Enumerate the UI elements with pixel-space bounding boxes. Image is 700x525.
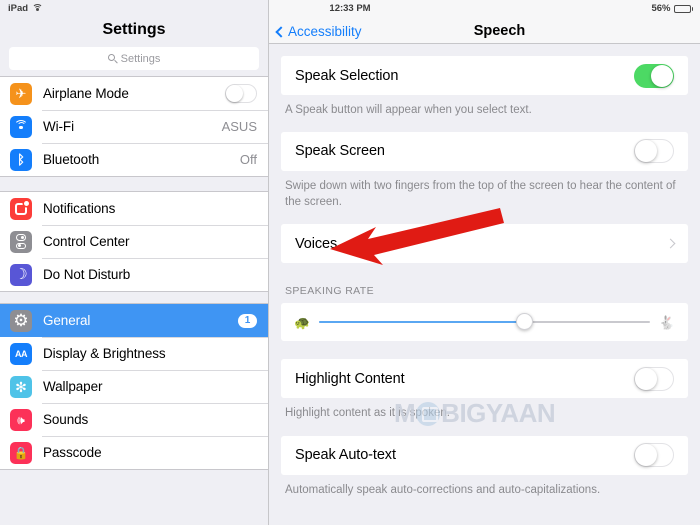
- wifi-icon: [10, 115, 32, 138]
- sidebar-item-label: Notifications: [43, 201, 116, 216]
- speak-screen-label: Speak Screen: [295, 143, 385, 160]
- sidebar-item-wifi[interactable]: Wi-Fi ASUS: [0, 110, 268, 143]
- general-update-badge: 1: [238, 313, 257, 328]
- sidebar-item-label: Sounds: [43, 412, 89, 427]
- sidebar-item-label: Wi-Fi: [43, 119, 74, 134]
- moon-icon: [10, 263, 32, 286]
- sidebar-group-general: General 1 AA Display & Brightness Wallpa…: [0, 303, 268, 470]
- voices-label: Voices: [295, 235, 338, 252]
- sidebar-item-control-center[interactable]: Control Center: [0, 225, 268, 258]
- sidebar-item-label: General: [43, 313, 91, 328]
- sidebar-group-connectivity: Airplane Mode Wi-Fi ASUS Bluetooth Off: [0, 76, 268, 177]
- settings-sidebar: Settings Settings Airplane Mode Wi-Fi AS…: [0, 0, 269, 525]
- sidebar-search-wrap: Settings: [0, 44, 268, 76]
- airplane-icon: [10, 82, 32, 105]
- speak-auto-text-toggle[interactable]: [634, 443, 674, 468]
- passcode-icon: [10, 441, 32, 464]
- sidebar-item-passcode[interactable]: Passcode: [0, 436, 268, 469]
- speak-screen-description: Swipe down with two fingers from the top…: [285, 179, 676, 209]
- speak-selection-label: Speak Selection: [295, 67, 399, 84]
- search-placeholder: Settings: [120, 52, 161, 65]
- speak-auto-text-row[interactable]: Speak Auto-text: [281, 436, 688, 475]
- speak-auto-text-label: Speak Auto-text: [295, 447, 396, 464]
- speak-screen-card: Speak Screen: [281, 131, 688, 171]
- sidebar-title: Settings: [102, 21, 166, 38]
- sidebar-item-label: Bluetooth: [43, 152, 100, 167]
- sidebar-item-sounds[interactable]: Sounds: [0, 403, 268, 436]
- gear-icon: [10, 309, 32, 332]
- sidebar-item-label: Airplane Mode: [43, 86, 129, 101]
- sidebar-item-airplane-mode[interactable]: Airplane Mode: [0, 77, 268, 110]
- airplane-mode-toggle[interactable]: [225, 84, 257, 103]
- speaking-rate-card: 🐢 🐇: [281, 303, 688, 342]
- speak-screen-row[interactable]: Speak Screen: [281, 132, 688, 171]
- navigation-bar: Accessibility Speech: [269, 0, 700, 44]
- wifi-network-value: ASUS: [221, 119, 257, 134]
- speaking-rate-thumb[interactable]: [515, 313, 533, 331]
- speak-selection-toggle[interactable]: [634, 63, 674, 88]
- chevron-right-icon: [665, 238, 676, 249]
- sidebar-group-system: Notifications Control Center Do Not Dist…: [0, 191, 268, 292]
- speech-detail-panel: Accessibility Speech Speak Selection A S…: [269, 0, 700, 525]
- speaking-rate-slider[interactable]: [319, 313, 650, 331]
- speak-selection-row[interactable]: Speak Selection: [281, 56, 688, 95]
- control-center-icon: [10, 230, 32, 253]
- sidebar-item-wallpaper[interactable]: Wallpaper: [0, 370, 268, 403]
- ipad-settings-screen: iPad 12:33 PM 56% Settings Settings Airp…: [0, 0, 700, 525]
- wallpaper-icon: [10, 375, 32, 398]
- notifications-icon: [10, 197, 32, 220]
- search-input[interactable]: Settings: [9, 47, 259, 70]
- speak-auto-text-card: Speak Auto-text: [281, 435, 688, 475]
- sidebar-item-label: Passcode: [43, 445, 102, 460]
- sidebar-item-do-not-disturb[interactable]: Do Not Disturb: [0, 258, 268, 291]
- sidebar-item-label: Do Not Disturb: [43, 267, 131, 282]
- sounds-icon: [10, 408, 32, 431]
- highlight-content-row[interactable]: Highlight Content: [281, 359, 688, 398]
- search-icon: [107, 54, 117, 64]
- sidebar-item-bluetooth[interactable]: Bluetooth Off: [0, 143, 268, 176]
- speak-selection-description: A Speak button will appear when you sele…: [285, 104, 532, 116]
- bluetooth-icon: [10, 148, 32, 171]
- voices-row[interactable]: Voices: [281, 224, 688, 263]
- page-title: Speech: [473, 23, 526, 39]
- bluetooth-state-value: Off: [239, 152, 257, 167]
- display-brightness-icon: AA: [10, 342, 32, 365]
- hare-icon: 🐇: [658, 314, 675, 330]
- sidebar-item-label: Wallpaper: [43, 379, 103, 394]
- speak-selection-card: Speak Selection: [281, 56, 688, 95]
- sidebar-item-label: Control Center: [43, 234, 130, 249]
- speaking-rate-header: SPEAKING RATE: [285, 285, 375, 298]
- highlight-content-description: Highlight content as it is spoken.: [285, 407, 450, 420]
- highlight-content-card: Highlight Content: [281, 359, 688, 399]
- tortoise-icon: 🐢: [294, 314, 311, 330]
- speech-settings-content: Speak Selection A Speak button will appe…: [269, 44, 700, 498]
- sidebar-item-display-brightness[interactable]: AA Display & Brightness: [0, 337, 268, 370]
- sidebar-item-general[interactable]: General 1: [0, 304, 268, 337]
- highlight-content-toggle[interactable]: [634, 366, 674, 391]
- sidebar-item-notifications[interactable]: Notifications: [0, 192, 268, 225]
- voices-card: Voices: [281, 224, 688, 264]
- highlight-content-label: Highlight Content: [295, 370, 405, 387]
- speak-screen-toggle[interactable]: [634, 139, 674, 164]
- sidebar-item-label: Display & Brightness: [43, 346, 166, 361]
- speak-auto-text-description: Automatically speak auto-corrections and…: [285, 483, 601, 496]
